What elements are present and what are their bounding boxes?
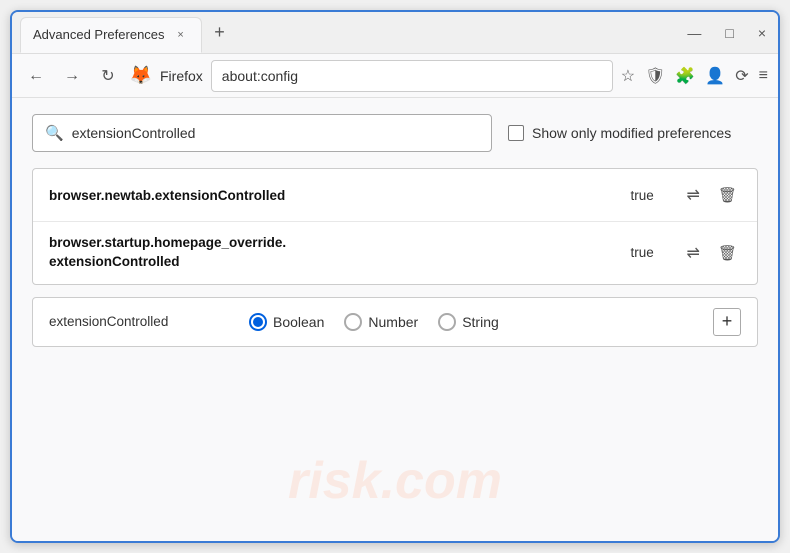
bookmark-icon[interactable]: ☆	[621, 66, 635, 86]
number-radio-circle[interactable]	[344, 313, 362, 331]
number-radio[interactable]: Number	[344, 313, 418, 331]
minimize-button[interactable]: —	[683, 21, 705, 45]
search-icon: 🔍	[45, 124, 64, 142]
forward-button[interactable]: →	[58, 62, 86, 90]
row-actions-2: ⇌ 🗑	[683, 239, 741, 267]
string-radio-circle[interactable]	[438, 313, 456, 331]
address-text: about:config	[222, 68, 298, 84]
boolean-radio-inner	[253, 317, 263, 327]
nav-icons: ☆ 🛡 🧩 👤 ⟳ ≡	[621, 66, 768, 86]
shield-icon[interactable]: 🛡	[645, 66, 665, 86]
title-bar: Advanced Preferences × + — □ ×	[12, 12, 778, 54]
row-actions-1: ⇌ 🗑	[683, 181, 741, 209]
maximize-button[interactable]: □	[721, 21, 737, 45]
address-bar[interactable]: about:config	[211, 60, 613, 92]
boolean-radio-circle[interactable]	[249, 313, 267, 331]
window-controls: — □ ×	[683, 21, 770, 45]
pref-name-2-line1: browser.startup.homepage_override.	[49, 235, 286, 250]
new-pref-name: extensionControlled	[49, 314, 229, 329]
back-button[interactable]: ←	[22, 62, 50, 90]
menu-icon[interactable]: ≡	[759, 67, 768, 85]
delete-icon-2[interactable]: 🗑	[714, 240, 741, 266]
content-area: 🔍 extensionControlled Show only modified…	[12, 98, 778, 541]
close-button[interactable]: ×	[754, 21, 770, 45]
modified-prefs-checkbox-label[interactable]: Show only modified preferences	[508, 125, 731, 141]
tab-title: Advanced Preferences	[33, 27, 165, 42]
extension-icon[interactable]: 🧩	[675, 66, 695, 86]
boolean-label: Boolean	[273, 314, 324, 330]
add-pref-button[interactable]: +	[713, 308, 741, 336]
add-pref-row: extensionControlled Boolean Number Strin…	[32, 297, 758, 347]
reload-button[interactable]: ↻	[94, 62, 122, 90]
pref-name-2-line2: extensionControlled	[49, 254, 180, 269]
pref-name-2: browser.startup.homepage_override. exten…	[49, 234, 631, 272]
delete-icon-1[interactable]: 🗑	[714, 182, 741, 208]
modified-prefs-label: Show only modified preferences	[532, 125, 731, 141]
pref-value-1: true	[631, 188, 671, 203]
table-row: browser.newtab.extensionControlled true …	[33, 169, 757, 222]
string-label: String	[462, 314, 499, 330]
search-input[interactable]: extensionControlled	[72, 125, 479, 141]
table-row: browser.startup.homepage_override. exten…	[33, 222, 757, 284]
boolean-radio[interactable]: Boolean	[249, 313, 324, 331]
profile-icon[interactable]: 👤	[705, 66, 725, 86]
type-radio-group: Boolean Number String	[249, 313, 693, 331]
toggle-icon-1[interactable]: ⇌	[683, 181, 704, 209]
browser-window: Advanced Preferences × + — □ × ← → ↻ 🦊 F…	[10, 10, 780, 543]
watermark: risk.com	[288, 451, 502, 511]
browser-label: Firefox	[160, 68, 203, 84]
sync-icon[interactable]: ⟳	[735, 66, 748, 86]
firefox-icon: 🦊	[130, 65, 152, 87]
nav-bar: ← → ↻ 🦊 Firefox about:config ☆ 🛡 🧩 👤 ⟳ ≡	[12, 54, 778, 98]
pref-value-2: true	[631, 245, 671, 260]
search-box[interactable]: 🔍 extensionControlled	[32, 114, 492, 152]
toggle-icon-2[interactable]: ⇌	[683, 239, 704, 267]
string-radio[interactable]: String	[438, 313, 499, 331]
modified-prefs-checkbox[interactable]	[508, 125, 524, 141]
number-label: Number	[368, 314, 418, 330]
browser-tab[interactable]: Advanced Preferences ×	[20, 17, 202, 53]
pref-name-1: browser.newtab.extensionControlled	[49, 188, 631, 203]
tab-close-button[interactable]: ×	[173, 27, 189, 43]
results-table: browser.newtab.extensionControlled true …	[32, 168, 758, 285]
search-row: 🔍 extensionControlled Show only modified…	[32, 114, 758, 152]
new-tab-button[interactable]: +	[206, 19, 234, 47]
